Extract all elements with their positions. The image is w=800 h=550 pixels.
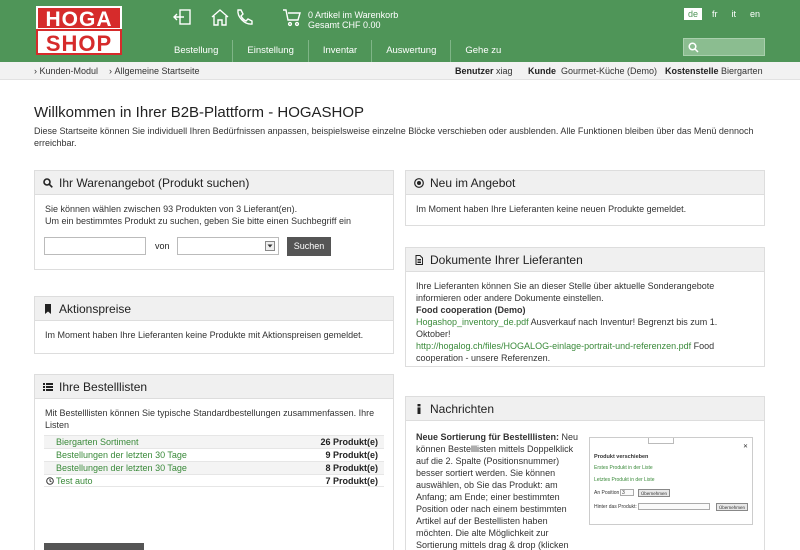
product-search-input[interactable] xyxy=(44,237,146,255)
panel-text: Mit Bestelllisten können Sie typische St… xyxy=(45,408,375,430)
news-body: Neu können Bestelllisten mittels Doppelk… xyxy=(416,432,579,550)
search-hint-text: Um ein bestimmtes Produkt zu suchen, geb… xyxy=(45,216,352,226)
list-item[interactable]: Bestellungen der letzten 30 Tage 9 Produ… xyxy=(44,448,384,461)
supplier-select[interactable] xyxy=(177,237,279,255)
document-entry: http://hogalog.ch/files/HOGALOG-einlage-… xyxy=(416,341,715,363)
document-link[interactable]: http://hogalog.ch/files/HOGALOG-einlage-… xyxy=(416,341,691,351)
search-button[interactable]: Suchen xyxy=(287,237,331,256)
nav-einstellung[interactable]: Einstellung xyxy=(232,40,307,62)
list-item[interactable]: Test auto 7 Produkt(e) xyxy=(44,474,384,487)
news-text: Neue Sortierung für Bestelllisten: Neu k… xyxy=(406,421,594,550)
news-headline: Neue Sortierung für Bestelllisten: xyxy=(416,432,560,442)
clock-icon xyxy=(46,477,54,485)
info-icon xyxy=(417,403,421,414)
panel-text: Ihre Lieferanten können Sie an dieser St… xyxy=(416,281,715,303)
panel-header: Ihr Warenangebot (Produkt suchen) xyxy=(35,171,393,195)
lang-fr[interactable]: fr xyxy=(708,8,722,20)
circle-dot-icon xyxy=(414,177,424,188)
home-icon[interactable] xyxy=(210,8,232,28)
panel-title: Aktionspreise xyxy=(59,301,132,316)
context-customer: Kunde Gourmet-Küche (Demo) xyxy=(528,66,658,76)
panel-title: Dokumente Ihrer Lieferanten xyxy=(430,252,583,267)
panel-header: Ihre Bestelllisten xyxy=(35,375,393,399)
document-entry: Hogashop_inventory_de.pdf Ausverkauf nac… xyxy=(416,317,718,339)
supplier-name: Food cooperation (Demo) xyxy=(416,305,526,315)
nav-bestellung[interactable]: Bestellung xyxy=(160,40,232,62)
panel-aktionspreise: Aktionspreise Im Moment haben Ihre Liefe… xyxy=(34,296,394,354)
cart-total: Gesamt CHF 0.00 xyxy=(308,20,381,30)
lang-it[interactable]: it xyxy=(727,8,740,20)
panel-text: Im Moment haben Ihre Lieferanten keine P… xyxy=(45,330,364,340)
cart-count: 0 Artikel im Warenkorb xyxy=(308,10,399,20)
main-nav: Bestellung Einstellung Inventar Auswertu… xyxy=(160,40,515,62)
header-search-input[interactable] xyxy=(683,38,765,56)
breadcrumb-item-kunden-modul[interactable]: › Kunden-Modul xyxy=(34,66,98,76)
panel-header: Dokumente Ihrer Lieferanten xyxy=(406,248,764,272)
phone-icon[interactable] xyxy=(234,8,256,28)
list-icon xyxy=(43,382,53,391)
panel-dokumente: Dokumente Ihrer Lieferanten Ihre Liefera… xyxy=(405,247,765,367)
logout-icon[interactable] xyxy=(172,8,194,28)
nav-gehe-zu[interactable]: Gehe zu xyxy=(450,40,515,62)
cart-summary[interactable]: 0 Artikel im Warenkorb Gesamt CHF 0.00 xyxy=(308,10,398,30)
nav-inventar[interactable]: Inventar xyxy=(307,40,371,62)
panel-text: Im Moment haben Ihre Lieferanten keine n… xyxy=(416,204,687,214)
search-icon xyxy=(43,177,53,188)
page-title: Willkommen in Ihrer B2B-Plattform - HOGA… xyxy=(34,104,365,121)
search-icon xyxy=(688,42,699,53)
panel-warenangebot: Ihr Warenangebot (Produkt suchen) Sie kö… xyxy=(34,170,394,270)
panel-title: Nachrichten xyxy=(430,401,495,416)
bookmark-icon xyxy=(45,303,51,314)
lang-en[interactable]: en xyxy=(746,8,764,20)
context-user: Benutzer xiag xyxy=(455,66,513,76)
panel-neu-im-angebot: Neu im Angebot Im Moment haben Ihre Lief… xyxy=(405,170,765,226)
logo-top: HOGA xyxy=(36,6,122,31)
news-screenshot: ✕ Produkt verschieben Erstes Produkt in … xyxy=(589,437,753,525)
breadcrumb-item-startseite[interactable]: › Allgemeine Startseite xyxy=(109,66,200,76)
panel-title: Ihr Warenangebot (Produkt suchen) xyxy=(59,175,250,190)
list-item[interactable]: Bestellungen der letzten 30 Tage 8 Produ… xyxy=(44,461,384,474)
document-link[interactable]: Hogashop_inventory_de.pdf xyxy=(416,317,529,327)
chevron-down-icon xyxy=(265,241,275,251)
document-icon xyxy=(415,254,423,265)
manage-lists-button[interactable] xyxy=(44,543,144,550)
close-icon: ✕ xyxy=(742,444,748,450)
hogashop-logo[interactable]: HOGA SHOP xyxy=(36,6,122,56)
panel-header: Neu im Angebot xyxy=(406,171,764,195)
language-switcher: de fr it en xyxy=(678,8,764,20)
panel-title: Ihre Bestelllisten xyxy=(59,379,148,394)
product-count-text: Sie können wählen zwischen 93 Produkten … xyxy=(45,204,298,214)
von-label: von xyxy=(155,241,170,251)
panel-header: Aktionspreise xyxy=(35,297,393,321)
lang-de[interactable]: de xyxy=(683,8,702,20)
top-header: HOGA SHOP 0 Artikel im Warenkorb Gesamt … xyxy=(0,0,800,62)
panel-bestelllisten: Ihre Bestelllisten Mit Bestelllisten kön… xyxy=(34,374,394,550)
list-item[interactable]: Biergarten Sortiment 26 Produkt(e) xyxy=(44,435,384,448)
panel-title: Neu im Angebot xyxy=(430,175,516,190)
panel-header: Nachrichten xyxy=(406,397,764,421)
order-list-table: Biergarten Sortiment 26 Produkt(e) Beste… xyxy=(44,435,384,487)
breadcrumb-bar: › Kunden-Modul › Allgemeine Startseite B… xyxy=(0,62,800,80)
welcome-text: Diese Startseite können Sie individuell … xyxy=(34,126,754,148)
nav-auswertung[interactable]: Auswertung xyxy=(371,40,450,62)
cart-icon[interactable] xyxy=(282,8,304,28)
logo-bottom: SHOP xyxy=(36,29,122,56)
context-cost-center: Kostenstelle Biergarten xyxy=(665,66,763,76)
